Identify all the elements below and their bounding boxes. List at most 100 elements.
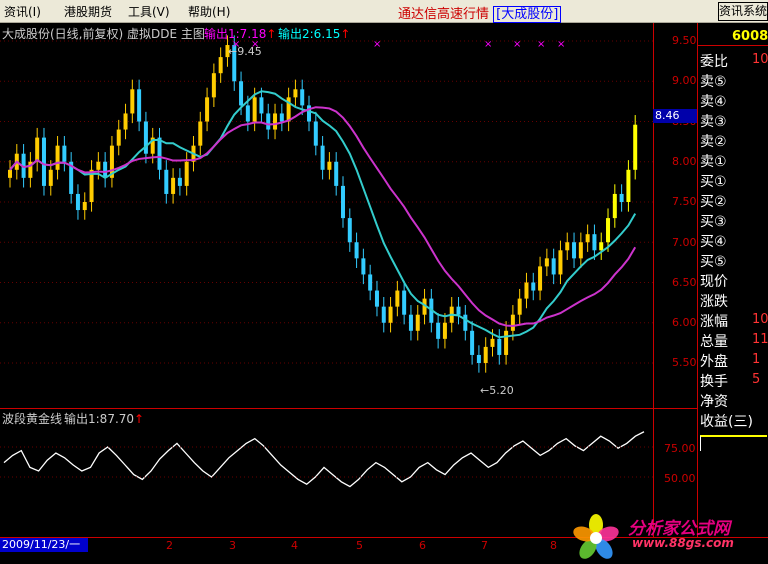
info-system-button[interactable]: 资讯系统 bbox=[718, 2, 768, 21]
candle-body bbox=[612, 193, 617, 219]
quote-label: 外盘 bbox=[700, 354, 728, 370]
candle-body bbox=[538, 266, 543, 291]
candle-body bbox=[62, 145, 67, 162]
sub-tick-75: 75.00 bbox=[664, 442, 696, 455]
candle-body bbox=[137, 89, 142, 122]
candle-body bbox=[266, 113, 271, 130]
price-tick-label: 6.00 bbox=[672, 316, 697, 330]
candle-body bbox=[490, 338, 495, 347]
quote-label: 卖① bbox=[700, 154, 727, 170]
candle-body bbox=[41, 137, 46, 186]
candle-body bbox=[164, 169, 169, 194]
month-label: 6 bbox=[419, 539, 426, 552]
candle-body bbox=[504, 330, 509, 355]
month-label: 8 bbox=[550, 539, 557, 552]
price-tick-label: 5.50 bbox=[672, 356, 697, 370]
candle-body bbox=[565, 242, 570, 251]
candle-body bbox=[619, 193, 624, 202]
candle-body bbox=[245, 105, 250, 122]
candle-body bbox=[402, 290, 407, 315]
candle-body bbox=[218, 57, 223, 74]
signal-marker: × bbox=[373, 39, 381, 50]
menu-help[interactable]: 帮助(H) bbox=[188, 3, 230, 20]
candle-body bbox=[463, 314, 468, 331]
candle-body bbox=[82, 202, 87, 211]
candle-body bbox=[75, 193, 80, 211]
quote-value: 11 bbox=[752, 332, 768, 347]
candle-body bbox=[313, 121, 318, 146]
candle-body bbox=[116, 129, 121, 146]
candle-body bbox=[8, 169, 12, 178]
menu-info[interactable]: 资讯(I) bbox=[4, 3, 41, 20]
sub-indicator-chart[interactable] bbox=[0, 409, 653, 537]
candle-body bbox=[408, 314, 413, 331]
candle-body bbox=[524, 282, 529, 299]
candle-body bbox=[544, 258, 549, 267]
main-price-chart[interactable]: × × × × × × × bbox=[0, 23, 653, 408]
price-tick-label: 7.50 bbox=[672, 195, 697, 209]
candle-body bbox=[456, 306, 461, 315]
candle-body bbox=[184, 161, 189, 186]
candle-body bbox=[483, 346, 488, 363]
quote-value: 1 bbox=[752, 352, 761, 367]
price-chart-svg: × × × × × × × bbox=[0, 35, 653, 373]
candle-body bbox=[177, 177, 182, 186]
stock-code: 6008 bbox=[732, 29, 768, 44]
signal-marker: × bbox=[484, 39, 492, 50]
price-tick-label: 6.50 bbox=[672, 275, 697, 289]
candle-body bbox=[211, 73, 216, 98]
quote-label: 委比 bbox=[700, 54, 728, 70]
candle-body bbox=[171, 177, 176, 194]
candle-body bbox=[103, 161, 108, 178]
candle-body bbox=[273, 113, 278, 130]
candle-body bbox=[572, 242, 577, 259]
candle-body bbox=[585, 234, 590, 243]
quote-label: 买③ bbox=[700, 214, 727, 230]
month-label: 5 bbox=[356, 539, 363, 552]
quote-label: 涨幅 bbox=[700, 314, 728, 330]
quote-label: 卖④ bbox=[700, 94, 727, 110]
main-output1: 输出1:7.18↑ bbox=[204, 27, 277, 41]
candle-body bbox=[531, 282, 536, 291]
candle-body bbox=[252, 97, 257, 122]
candle-body bbox=[599, 242, 604, 251]
price-tick-label: 8.00 bbox=[672, 154, 697, 168]
quote-label: 涨跌 bbox=[700, 294, 728, 310]
candle-body bbox=[517, 298, 522, 315]
sub-output: 输出1:87.70↑ bbox=[64, 412, 145, 426]
mini-chart-frame bbox=[700, 435, 767, 451]
candle-body bbox=[381, 306, 386, 323]
main-chart-title: 大成股份(日线,前复权) 虚拟DDE 主图 bbox=[2, 27, 205, 41]
menu-bar: 资讯(I) 港股期货 工具(V) 帮助(H) 通达信高速行情 [大成股份] 资讯… bbox=[0, 0, 768, 23]
axis-divider bbox=[653, 23, 654, 537]
candle-body bbox=[334, 161, 339, 186]
candle-body bbox=[354, 242, 359, 259]
indicator-chart-svg bbox=[0, 431, 653, 488]
quote-label: 卖③ bbox=[700, 114, 727, 130]
candle-body bbox=[198, 121, 203, 146]
quote-label: 买② bbox=[700, 194, 727, 210]
candle-body bbox=[558, 250, 563, 275]
cursor-date: 2009/11/23/一 bbox=[0, 538, 88, 552]
menu-tools[interactable]: 工具(V) bbox=[128, 3, 170, 20]
candle-body bbox=[592, 234, 597, 251]
month-label: 2 bbox=[166, 539, 173, 552]
candle-body bbox=[35, 137, 40, 162]
candle-body bbox=[48, 169, 53, 186]
candle-body bbox=[415, 314, 420, 331]
quote-value: 5 bbox=[752, 372, 761, 387]
signal-marker: × bbox=[537, 39, 545, 50]
candle-body bbox=[395, 290, 400, 307]
low-price-label: ←5.20 bbox=[480, 384, 514, 397]
candle-body bbox=[626, 169, 631, 202]
logo-url: www.88gs.com bbox=[632, 536, 734, 550]
candle-body bbox=[96, 161, 101, 170]
candle-body bbox=[293, 89, 298, 98]
candle-body bbox=[340, 185, 345, 219]
menu-hk-futures[interactable]: 港股期货 bbox=[64, 3, 112, 20]
quote-value: 100 bbox=[752, 52, 768, 67]
candle-body bbox=[123, 113, 128, 130]
candle-body bbox=[205, 97, 210, 122]
quote-panel: 6008 委比 100 卖⑤ 卖④ 卖③ 卖② 卖① 买① 买② 买③ 买④ 买⑤ 现价涨跌涨幅 10 总量… bbox=[697, 23, 768, 537]
candle-body bbox=[300, 89, 305, 106]
